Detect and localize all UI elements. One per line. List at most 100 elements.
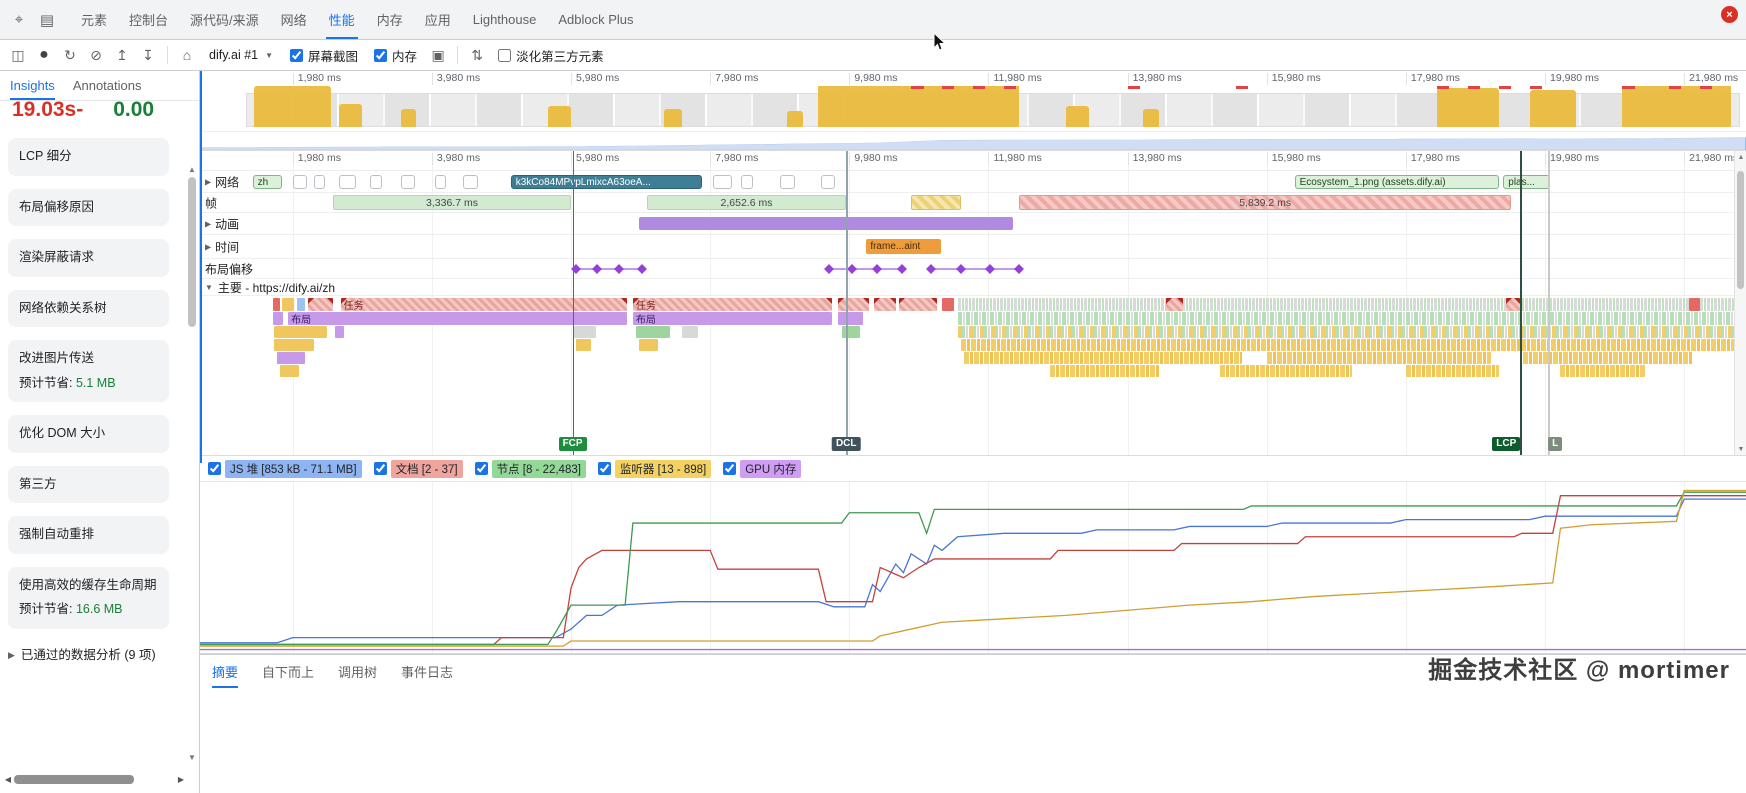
network-request[interactable]: k3kCo84MPvpLmixcA63oeA... bbox=[511, 175, 703, 189]
network-request[interactable]: Ecosystem_1.png (assets.dify.ai) bbox=[1295, 175, 1499, 189]
scroll-right-icon[interactable]: ▶ bbox=[175, 774, 187, 785]
flame-bar[interactable] bbox=[958, 326, 1734, 338]
sidebar-horizontal-scrollbar[interactable] bbox=[2, 774, 173, 785]
sidebar-vertical-scrollbar[interactable]: ▲ ▼ bbox=[186, 163, 198, 763]
flame-bar[interactable] bbox=[274, 326, 327, 338]
layout-shift-diamond[interactable] bbox=[956, 264, 966, 274]
save-profile-icon[interactable]: ↧ bbox=[136, 43, 160, 67]
flame-bar[interactable] bbox=[1560, 365, 1645, 377]
insight-card[interactable]: 布局偏移原因 bbox=[8, 189, 169, 227]
flame-bar[interactable] bbox=[1166, 298, 1183, 311]
bottom-tab-事件日志[interactable]: 事件日志 bbox=[401, 655, 453, 688]
insight-card[interactable]: 第三方 bbox=[8, 466, 169, 504]
flame-bar[interactable]: 任务 bbox=[341, 298, 627, 311]
network-request[interactable] bbox=[293, 175, 307, 189]
frame-bar[interactable]: 2,652.6 ms bbox=[647, 195, 846, 210]
scroll-down-icon[interactable]: ▼ bbox=[186, 751, 198, 763]
insight-card[interactable]: 网络依赖关系树 bbox=[8, 290, 169, 328]
network-request[interactable] bbox=[713, 175, 732, 189]
memory-counter[interactable]: 监听器 [13 - 898] bbox=[598, 460, 711, 478]
live-metrics-home-icon[interactable]: ⌂ bbox=[175, 43, 199, 67]
tab-内存[interactable]: 内存 bbox=[366, 0, 414, 39]
layout-shift-diamond[interactable] bbox=[1014, 264, 1024, 274]
device-toolbar-icon[interactable]: ▤ bbox=[34, 7, 60, 33]
tab-应用[interactable]: 应用 bbox=[414, 0, 462, 39]
tab-insights[interactable]: Insights bbox=[10, 71, 55, 100]
camera-icon[interactable]: ▣ bbox=[426, 43, 450, 67]
scroll-down-icon[interactable]: ▼ bbox=[1735, 443, 1746, 455]
counter-checkbox[interactable] bbox=[598, 462, 611, 475]
flame-bar[interactable] bbox=[1050, 365, 1158, 377]
insight-card[interactable]: 优化 DOM 大小 bbox=[8, 415, 169, 453]
frame-bar[interactable] bbox=[911, 195, 960, 210]
layout-shift-diamond[interactable] bbox=[872, 264, 882, 274]
animation-bar[interactable] bbox=[639, 217, 1013, 230]
memory-counter[interactable]: 节点 [8 - 22,483] bbox=[475, 460, 586, 478]
flame-bar[interactable] bbox=[335, 326, 344, 338]
track-label-network[interactable]: ▶ 网络 bbox=[205, 173, 239, 190]
passed-insights-toggle[interactable]: ▶ 已通过的数据分析 (9 项) bbox=[0, 645, 180, 665]
flame-bar[interactable] bbox=[576, 339, 591, 351]
insight-card[interactable]: 使用高效的缓存生命周期预计节省: 16.6 MB bbox=[8, 567, 169, 629]
network-request[interactable]: zh bbox=[253, 175, 282, 189]
flame-bar[interactable] bbox=[874, 298, 896, 311]
flame-bar[interactable] bbox=[277, 352, 305, 364]
tab-源代码/来源[interactable]: 源代码/来源 bbox=[179, 0, 270, 39]
layout-shift-diamond[interactable] bbox=[614, 264, 624, 274]
tab-Adblock Plus[interactable]: Adblock Plus bbox=[547, 0, 644, 39]
tab-annotations[interactable]: Annotations bbox=[73, 71, 142, 100]
screenshots-checkbox-input[interactable] bbox=[290, 49, 303, 62]
main-thread-header[interactable]: ▼ 主要 - https://dify.ai/zh bbox=[200, 279, 1746, 296]
flame-bar[interactable] bbox=[639, 339, 658, 351]
dim-third-party-input[interactable] bbox=[498, 49, 511, 62]
flame-bar[interactable] bbox=[842, 326, 861, 338]
scrollbar-thumb[interactable] bbox=[1737, 171, 1744, 289]
flame-bar[interactable] bbox=[297, 298, 305, 311]
flame-bar[interactable]: 任务 bbox=[633, 298, 832, 311]
scrollbar-thumb[interactable] bbox=[14, 775, 134, 784]
flame-bar[interactable] bbox=[308, 298, 333, 311]
vertical-scrollbar[interactable]: ▲ ▼ bbox=[1734, 151, 1746, 455]
layout-shift-diamond[interactable] bbox=[847, 264, 857, 274]
bottom-tab-自下而上[interactable]: 自下而上 bbox=[262, 655, 314, 688]
network-request[interactable] bbox=[370, 175, 382, 189]
overview-activity[interactable] bbox=[200, 86, 1746, 132]
dim-third-party-checkbox[interactable]: 淡化第三方元素 bbox=[498, 46, 604, 65]
error-close-badge[interactable]: × bbox=[1721, 6, 1738, 23]
memory-counter[interactable]: 文档 [2 - 37] bbox=[374, 460, 463, 478]
timing-marker[interactable]: frame...aint bbox=[866, 239, 940, 254]
layout-shift-diamond[interactable] bbox=[637, 264, 647, 274]
tab-Lighthouse[interactable]: Lighthouse bbox=[462, 0, 548, 39]
main-thread-flame[interactable]: 任务任务布局布局 bbox=[200, 296, 1746, 456]
network-request[interactable] bbox=[741, 175, 753, 189]
flame-bar[interactable] bbox=[1267, 352, 1491, 364]
flame-bar[interactable] bbox=[280, 365, 299, 377]
bottom-tab-摘要[interactable]: 摘要 bbox=[212, 655, 238, 688]
flame-bar[interactable] bbox=[899, 298, 938, 311]
flame-bar[interactable] bbox=[1689, 298, 1700, 311]
network-request[interactable] bbox=[314, 175, 325, 189]
flame-bar[interactable] bbox=[274, 339, 314, 351]
tab-网络[interactable]: 网络 bbox=[270, 0, 318, 39]
insight-card[interactable]: 改进图片传送预计节省: 5.1 MB bbox=[8, 340, 169, 402]
inspect-element-icon[interactable]: ⌖ bbox=[6, 7, 32, 33]
flame-bar[interactable] bbox=[1220, 365, 1351, 377]
network-request[interactable] bbox=[435, 175, 446, 189]
counter-checkbox[interactable] bbox=[723, 462, 736, 475]
screenshots-checkbox[interactable]: 屏幕截图 bbox=[290, 46, 358, 65]
dock-side-icon[interactable]: ◫ bbox=[6, 43, 30, 67]
flame-bar[interactable]: 布局 bbox=[633, 312, 832, 325]
network-request[interactable] bbox=[821, 175, 835, 189]
track-label-animations[interactable]: ▶ 动画 bbox=[205, 215, 239, 232]
memory-chart[interactable] bbox=[200, 482, 1746, 654]
track-label-timings[interactable]: ▶ 时间 bbox=[205, 238, 239, 255]
flame-bar[interactable] bbox=[961, 339, 1734, 351]
counter-checkbox[interactable] bbox=[208, 462, 221, 475]
timeline-overview[interactable]: 1,980 ms3,980 ms5,980 ms7,980 ms9,980 ms… bbox=[200, 71, 1746, 151]
flame-bar[interactable] bbox=[574, 326, 596, 338]
flame-bar[interactable] bbox=[273, 312, 284, 325]
network-request[interactable] bbox=[339, 175, 356, 189]
insight-card[interactable]: 强制自动重排 bbox=[8, 516, 169, 554]
layout-shift-diamond[interactable] bbox=[926, 264, 936, 274]
flame-bar[interactable] bbox=[838, 312, 863, 325]
